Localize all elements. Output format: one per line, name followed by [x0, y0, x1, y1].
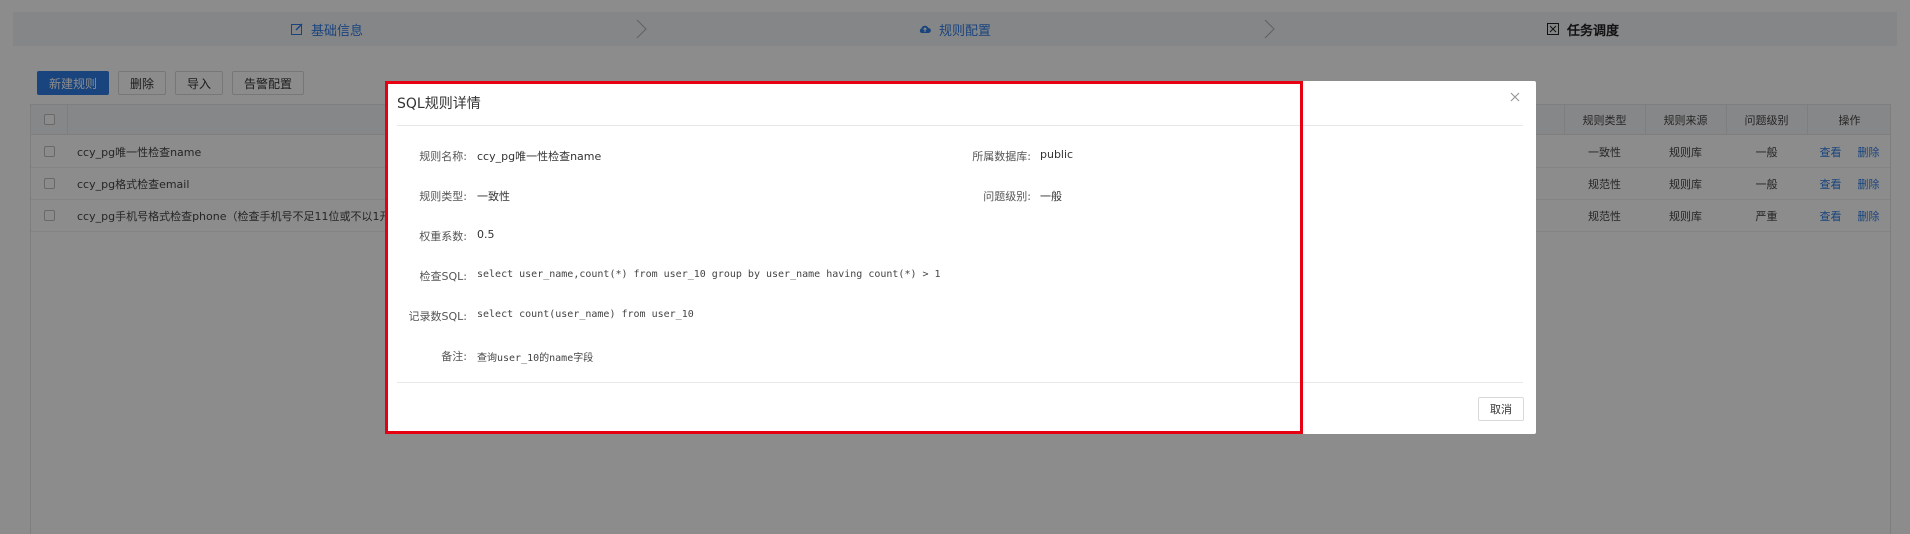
sql-rule-detail-dialog: SQL规则详情 规则名称: ccy_pg唯一性检查name 所属数据库: pub… [385, 81, 1536, 434]
remark-label: 备注: [441, 350, 467, 363]
rule-name-label: 规则名称: [419, 150, 467, 163]
rule-name-value: ccy_pg唯一性检查name [477, 150, 602, 163]
remark-value: 查询user_10的name字段 [477, 353, 594, 364]
check-sql-label: 检查SQL: [419, 270, 467, 283]
check-sql-value: select user_name,count(*) from user_10 g… [477, 269, 941, 280]
dialog-title: SQL规则详情 [397, 96, 481, 112]
rule-type-label: 规则类型: [419, 190, 467, 203]
count-sql-value: select count(user_name) from user_10 [477, 309, 694, 320]
weight-value: 0.5 [477, 228, 495, 241]
issue-level-label: 问题级别: [983, 190, 1031, 203]
weight-label: 权重系数: [419, 230, 467, 243]
count-sql-label: 记录数SQL: [408, 310, 467, 323]
divider [397, 125, 1523, 126]
close-icon[interactable] [1508, 90, 1522, 104]
divider [397, 382, 1523, 383]
cancel-button[interactable]: 取消 [1478, 397, 1524, 421]
rule-type-value: 一致性 [477, 190, 510, 203]
issue-level-value: 一般 [1040, 190, 1062, 203]
database-value: public [1040, 148, 1074, 161]
database-label: 所属数据库: [972, 150, 1031, 163]
